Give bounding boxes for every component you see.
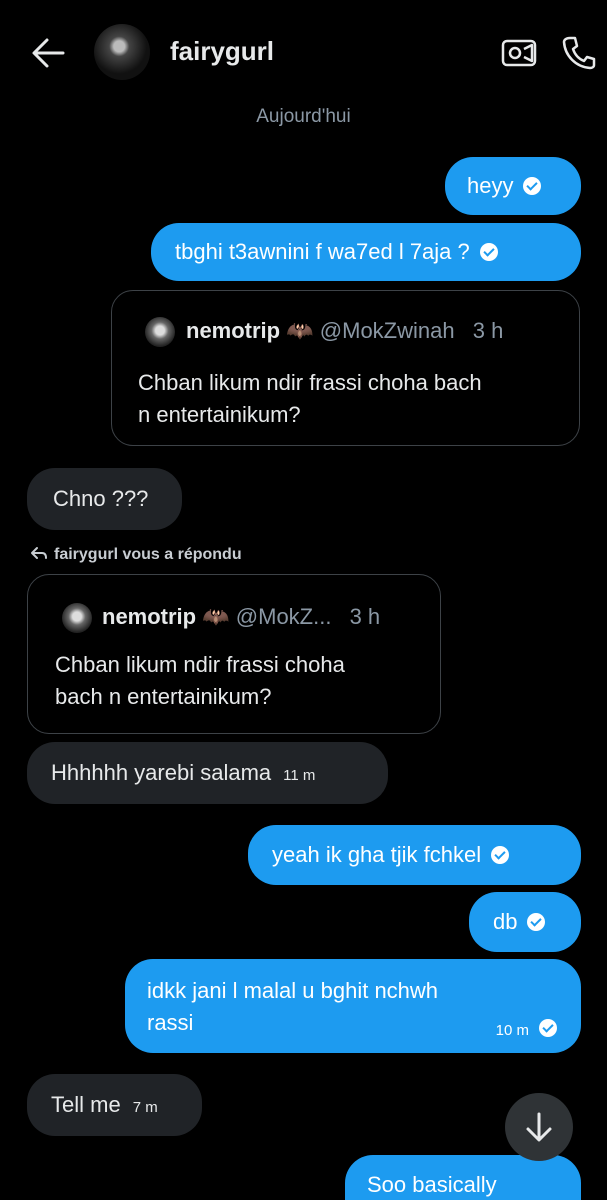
reply-indicator-text: fairygurl vous a répondu [54, 546, 242, 563]
bat-emoji: 🦇 [286, 318, 314, 343]
reply-icon [31, 547, 47, 559]
message-text: yeah ik gha tjik fchkel [272, 842, 482, 867]
conversation-header: fairygurl [0, 0, 607, 100]
quoted-post-header: nemotrip 🦇 @MokZ... 3 h [102, 604, 380, 630]
message-text: db [493, 909, 518, 934]
incoming-message[interactable]: Tell me 7 m [27, 1074, 202, 1136]
message-text: Chno ??? [53, 486, 149, 511]
message-text: tbghi t3awnini f wa7ed l 7aja ? [175, 239, 470, 264]
author-name: nemotrip [102, 604, 197, 629]
quoted-post[interactable]: nemotrip 🦇 @MokZ... 3 h Chban likum ndir… [27, 574, 441, 734]
conversation-title[interactable]: fairygurl [170, 36, 274, 67]
avatar[interactable] [94, 24, 150, 80]
incoming-message[interactable]: Hhhhhh yarebi salama 11 m [27, 742, 388, 804]
message-text: Tell me [51, 1092, 121, 1117]
phone-call-icon[interactable] [560, 34, 598, 70]
quoted-text-line: n entertainikum? [138, 402, 301, 427]
message-text: Hhhhhh yarebi salama [51, 760, 272, 785]
avatar [62, 603, 92, 633]
arrow-down-icon [526, 1112, 552, 1142]
outgoing-message[interactable]: db [469, 892, 581, 952]
video-call-icon[interactable] [500, 34, 538, 70]
message-text-line: rassi [147, 1010, 194, 1035]
outgoing-message[interactable]: heyy [445, 157, 581, 215]
sent-check-icon [479, 243, 498, 261]
incoming-message[interactable]: Chno ??? [27, 468, 182, 530]
outgoing-message[interactable]: idkk jani l malal u bghit nchwh rassi 10… [125, 959, 581, 1053]
message-text: Soo basically [367, 1172, 497, 1197]
message-time: 7 m [132, 1099, 158, 1116]
outgoing-message[interactable]: Soo basically [345, 1155, 581, 1200]
outgoing-message[interactable]: yeah ik gha tjik fchkel [248, 825, 581, 885]
message-time: 11 m [283, 767, 316, 784]
quoted-post[interactable]: nemotrip 🦇 @MokZwinah 3 h Chban likum nd… [111, 290, 580, 446]
author-handle: @MokZwinah [319, 318, 455, 343]
message-text-line: idkk jani l malal u bghit nchwh [147, 978, 439, 1003]
author-handle: @MokZ... [235, 604, 332, 629]
outgoing-message[interactable]: tbghi t3awnini f wa7ed l 7aja ? [151, 223, 581, 281]
quoted-text-line: bach n entertainikum? [55, 684, 272, 709]
quoted-post-text: Chban likum ndir frassi choha bach n ent… [138, 367, 482, 431]
post-time: 3 h [472, 318, 504, 343]
sent-check-icon [491, 846, 510, 864]
quoted-text-line: Chban likum ndir frassi choha bach [138, 370, 482, 395]
back-arrow-icon[interactable] [30, 36, 66, 70]
avatar [145, 317, 175, 347]
message-meta: 10 m [496, 1015, 557, 1047]
bat-emoji: 🦇 [202, 604, 230, 629]
quoted-post-text: Chban likum ndir frassi choha bach n ent… [55, 649, 345, 713]
quoted-post-header: nemotrip 🦇 @MokZwinah 3 h [186, 318, 503, 344]
message-time: 10 m [495, 1022, 529, 1039]
sent-check-icon [539, 1019, 557, 1037]
date-separator: Aujourd'hui [256, 106, 351, 127]
quoted-text-line: Chban likum ndir frassi choha [55, 652, 345, 677]
sent-check-icon [523, 177, 542, 195]
message-text: idkk jani l malal u bghit nchwh rassi [147, 975, 438, 1039]
sent-check-icon [527, 913, 546, 931]
message-text: heyy [467, 173, 514, 198]
scroll-to-bottom-button[interactable] [505, 1093, 573, 1161]
reply-indicator: fairygurl vous a répondu [30, 546, 242, 564]
post-time: 3 h [349, 604, 381, 629]
author-name: nemotrip [186, 318, 281, 343]
